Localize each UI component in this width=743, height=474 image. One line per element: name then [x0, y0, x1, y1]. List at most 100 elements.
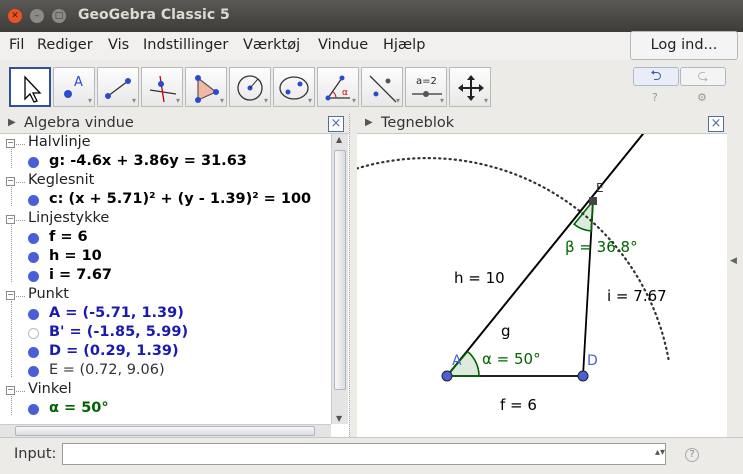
close-graphics-view-button[interactable]: × — [708, 116, 724, 132]
polygon-tool-button[interactable]: ▾ — [185, 67, 227, 107]
algebra-item[interactable]: g: -4.6x + 3.86y = 31.63 — [0, 153, 331, 172]
algebra-tree: − Halvlinje g: -4.6x + 3.86y = 31.63 − Kegle… — [0, 134, 331, 424]
algebra-category[interactable]: − Punkt — [0, 286, 331, 305]
graphics-view-header[interactable]: ▶ Tegneblok × — [357, 114, 727, 134]
algebra-item[interactable]: i = 7.67 — [0, 267, 331, 286]
input-field[interactable] — [62, 443, 666, 465]
visibility-toggle-icon[interactable] — [28, 328, 39, 339]
collapse-node-icon[interactable]: − — [6, 386, 15, 395]
horizontal-scroll-thumb[interactable] — [15, 426, 315, 436]
scroll-down-arrow-icon[interactable]: ▼ — [336, 414, 342, 423]
window-titlebar[interactable]: ✕ – □ GeoGebra Classic 5 — [0, 0, 743, 32]
collapse-node-icon[interactable]: − — [6, 291, 15, 300]
menu-indstillinger[interactable]: Indstillinger — [143, 37, 228, 53]
visibility-toggle-icon[interactable] — [28, 347, 39, 358]
point-a[interactable] — [441, 370, 453, 382]
object-definition: D = (0.29, 1.39) — [49, 343, 179, 359]
tool-menu-arrow-icon: ▾ — [483, 96, 488, 105]
ellipse-tool-button[interactable]: ▾ — [273, 67, 315, 107]
algebra-item[interactable]: B' = (-1.85, 5.99) — [0, 324, 331, 343]
menu-vis[interactable]: Vis — [108, 37, 129, 53]
collapse-triangle-icon[interactable]: ▶ — [8, 117, 16, 128]
tree-connector — [16, 182, 25, 183]
algebra-item[interactable]: α = 50° — [0, 400, 331, 419]
algebra-view-title: Algebra vindue — [24, 115, 134, 131]
expand-arrow-icon[interactable]: ◀ — [730, 256, 737, 266]
algebra-item[interactable]: D = (0.29, 1.39) — [0, 343, 331, 362]
visibility-toggle-icon[interactable] — [28, 271, 39, 282]
algebra-item[interactable]: c: (x + 5.71)² + (y - 1.39)² = 100 — [0, 191, 331, 210]
graphics-view[interactable]: ▶ Tegneblok × h = 10 i = 7.67 f = 6 g A … — [357, 114, 727, 437]
algebra-horizontal-scrollbar[interactable] — [0, 424, 331, 437]
help-icon[interactable]: ? — [652, 91, 658, 104]
label-alpha: α = 50° — [482, 350, 541, 368]
tool-menu-arrow-icon: ▾ — [87, 96, 92, 105]
circle-tool-button[interactable]: ▾ — [229, 67, 271, 107]
visibility-toggle-icon[interactable] — [28, 233, 39, 244]
tree-connector — [16, 391, 25, 392]
input-help-icon[interactable]: ? — [685, 448, 699, 462]
circle-c[interactable] — [357, 156, 671, 364]
menu-hjaelp[interactable]: Hjælp — [383, 37, 425, 53]
point-d[interactable] — [577, 370, 589, 382]
tool-menu-arrow-icon: ▾ — [131, 96, 136, 105]
input-history-dropdown-icon[interactable]: ▴▾ — [655, 447, 665, 458]
label-d: D — [587, 353, 598, 369]
visibility-toggle-icon[interactable] — [28, 366, 39, 377]
algebra-category[interactable]: − Keglesnit — [0, 172, 331, 191]
move-graphics-view-tool-button[interactable]: ▾ — [449, 67, 491, 107]
collapse-node-icon[interactable]: − — [6, 139, 15, 148]
minimize-window-button[interactable]: – — [30, 9, 44, 23]
algebra-category[interactable]: − Halvlinje — [0, 134, 331, 153]
close-window-button[interactable]: ✕ — [8, 9, 22, 23]
point-e[interactable] — [589, 197, 597, 205]
algebra-vertical-scrollbar[interactable]: ▲ ▼ — [331, 134, 348, 424]
algebra-view-header[interactable]: ▶ Algebra vindue × — [0, 114, 349, 134]
vertical-scroll-thumb[interactable] — [334, 150, 346, 390]
tree-connector — [11, 187, 12, 206]
login-button[interactable]: Log ind... — [630, 31, 738, 60]
algebra-category[interactable]: − Linjestykke — [0, 210, 331, 229]
menu-vaerktoej[interactable]: Værktøj — [243, 37, 300, 53]
collapse-node-icon[interactable]: − — [6, 215, 15, 224]
collapse-triangle-icon[interactable]: ▶ — [365, 117, 373, 128]
menu-vindue[interactable]: Vindue — [318, 37, 368, 53]
visibility-toggle-icon[interactable] — [28, 309, 39, 320]
window-title: GeoGebra Classic 5 — [78, 7, 230, 23]
segment-tool-button[interactable]: ▾ — [97, 67, 139, 107]
move-tool-button[interactable] — [9, 67, 51, 107]
tool-menu-arrow-icon: ▾ — [263, 96, 268, 105]
algebra-item[interactable]: E = (0.72, 9.06) — [0, 362, 331, 381]
tool-menu-arrow-icon: ▾ — [351, 96, 356, 105]
panel-splitter[interactable] — [349, 114, 357, 437]
tree-connector — [16, 144, 25, 145]
menu-rediger[interactable]: Rediger — [37, 37, 93, 53]
point-tool-button[interactable]: A ▾ — [53, 67, 95, 107]
algebra-category[interactable]: − Vinkel — [0, 381, 331, 400]
visibility-toggle-icon[interactable] — [28, 252, 39, 263]
drawing-canvas[interactable]: h = 10 i = 7.67 f = 6 g A D E α = 50° β … — [357, 134, 727, 437]
maximize-window-button[interactable]: □ — [52, 9, 66, 23]
redo-button[interactable]: ⮎ — [680, 67, 726, 86]
scroll-up-arrow-icon[interactable]: ▲ — [336, 135, 342, 144]
slider-tool-button[interactable]: a=2 ▾ — [405, 67, 447, 107]
visibility-toggle-icon[interactable] — [28, 157, 39, 168]
settings-icon[interactable]: ⚙ — [697, 91, 707, 104]
collapse-node-icon[interactable]: − — [6, 177, 15, 186]
algebra-item[interactable]: h = 10 — [0, 248, 331, 267]
visibility-toggle-icon[interactable] — [28, 404, 39, 415]
object-definition: A = (-5.71, 1.39) — [49, 305, 184, 321]
right-side-strip[interactable]: ◀ — [727, 114, 743, 437]
undo-button[interactable]: ⮌ — [633, 67, 679, 86]
angle-tool-button[interactable]: α ▾ — [317, 67, 359, 107]
object-definition: E = (0.72, 9.06) — [49, 362, 165, 378]
menu-fil[interactable]: Fil — [9, 37, 24, 53]
tool-menu-arrow-icon: ▾ — [219, 96, 224, 105]
perpendicular-line-tool-button[interactable]: ▾ — [141, 67, 183, 107]
algebra-item[interactable]: A = (-5.71, 1.39) — [0, 305, 331, 324]
visibility-toggle-icon[interactable] — [28, 195, 39, 206]
close-algebra-view-button[interactable]: × — [328, 116, 344, 132]
reflect-tool-button[interactable]: ▾ — [361, 67, 403, 107]
point-tool-label: A — [74, 75, 83, 90]
algebra-item[interactable]: f = 6 — [0, 229, 331, 248]
